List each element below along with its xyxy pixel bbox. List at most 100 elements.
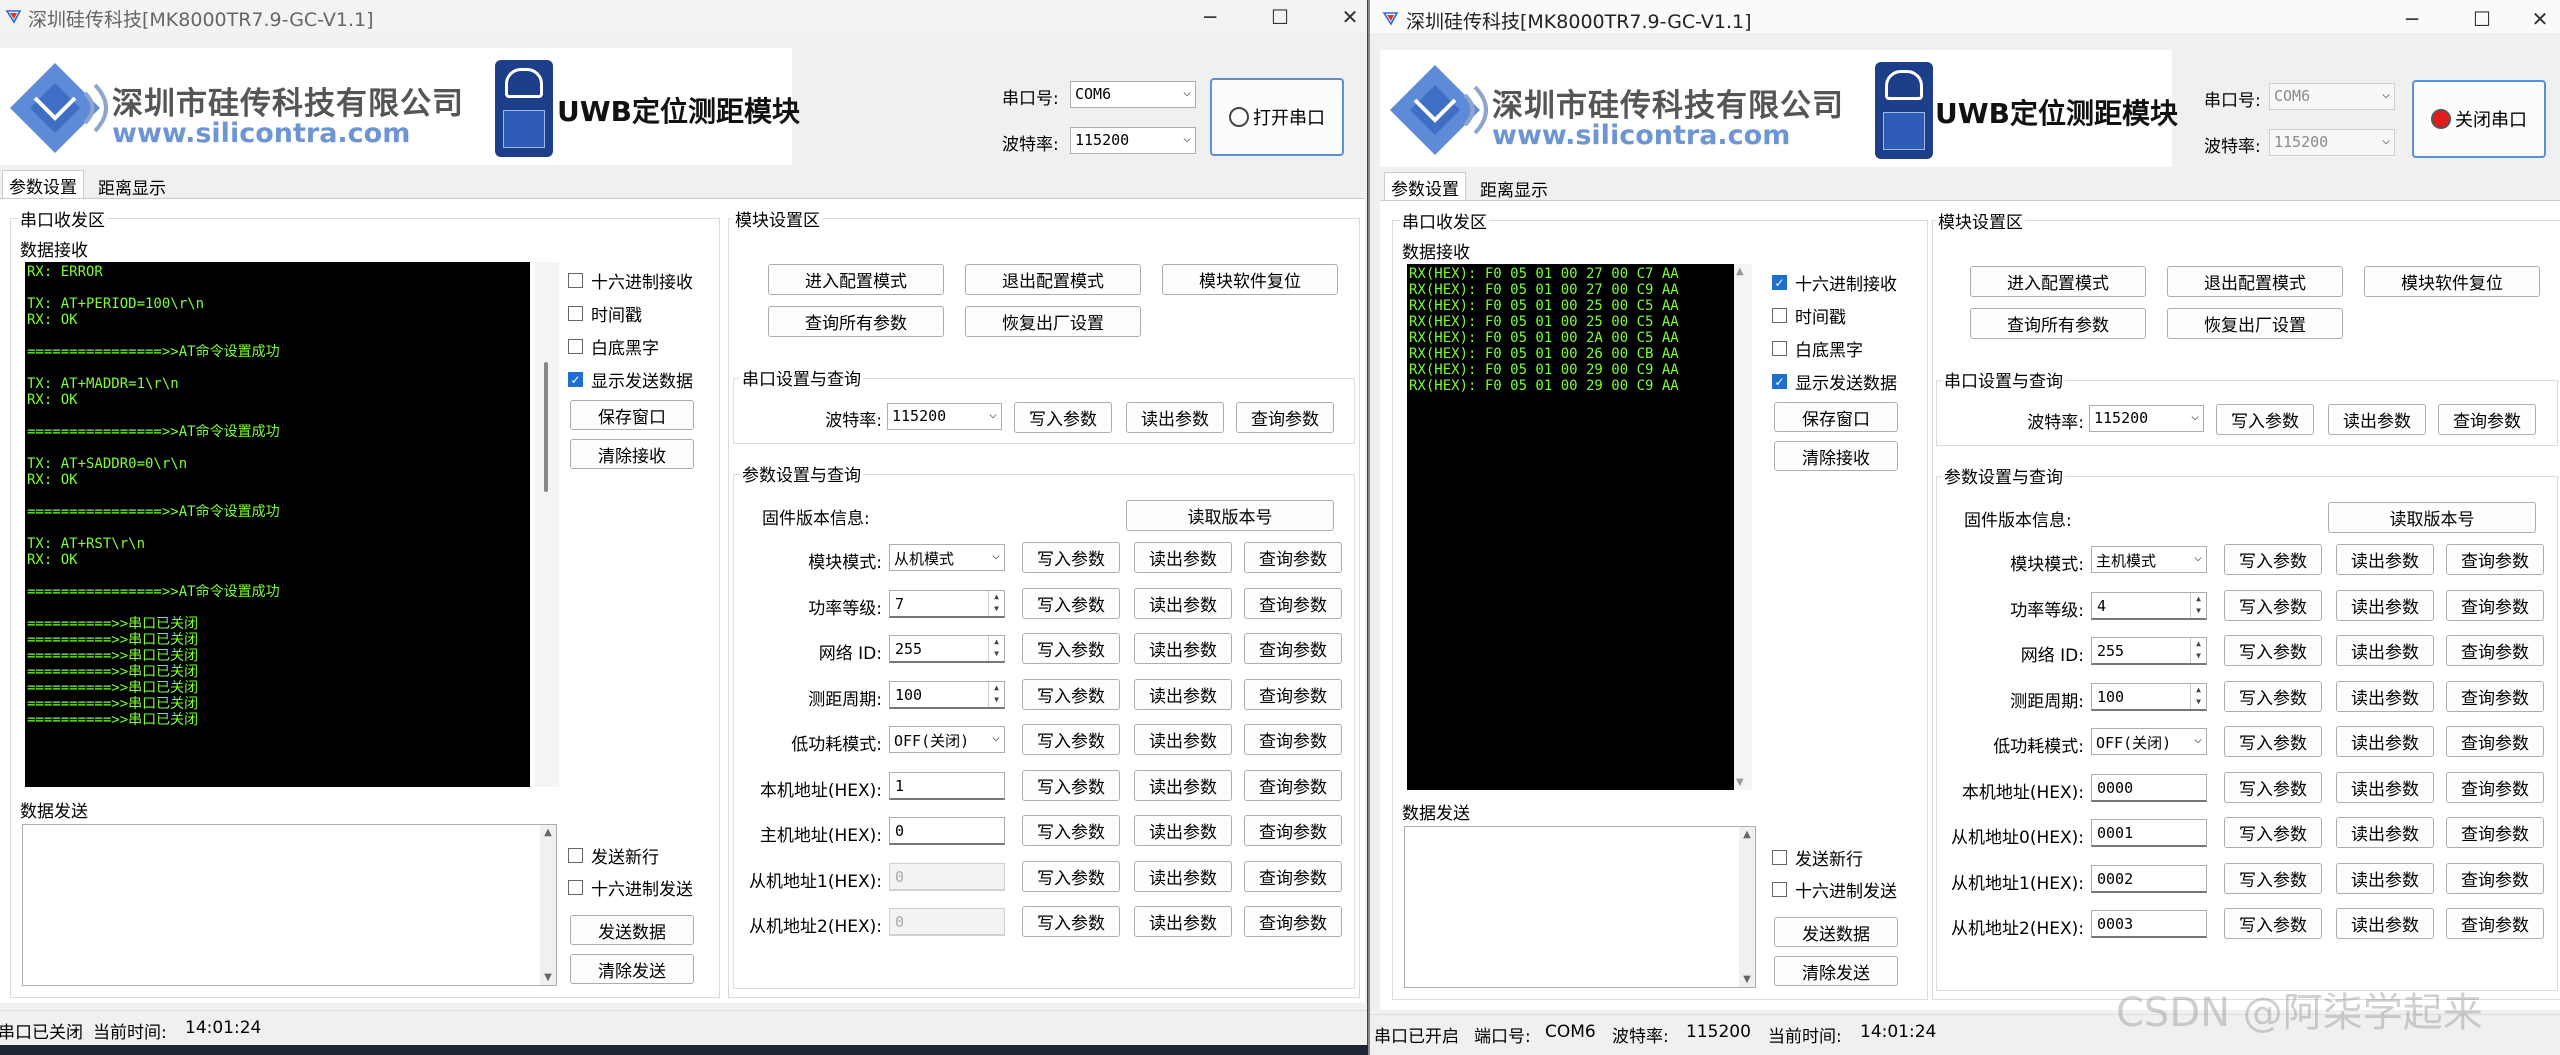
query-param-button[interactable]: 查询参数 <box>1244 769 1342 801</box>
hex-recv-checkbox[interactable]: ✓ 十六进制接收 <box>1772 270 1897 295</box>
maximize-icon[interactable]: ☐ <box>2452 2 2512 35</box>
param-select[interactable]: 从机模式 ⌵ <box>889 544 1005 571</box>
query-param-button[interactable]: 查询参数 <box>2446 726 2544 757</box>
recv-scrollbar[interactable] <box>535 262 559 787</box>
send-scrollbar[interactable]: ▲ ▼ <box>1739 827 1755 987</box>
read-param-button[interactable]: 读出参数 <box>1134 860 1232 892</box>
clear-send-button[interactable]: 清除发送 <box>570 954 694 984</box>
query-param-button[interactable]: 查询参数 <box>2446 544 2544 575</box>
enter-config-button[interactable]: 进入配置模式 <box>1970 266 2146 297</box>
write-baud-button[interactable]: 写入参数 <box>2216 404 2314 435</box>
write-param-button[interactable]: 写入参数 <box>1022 633 1120 664</box>
spinner-arrows-icon[interactable]: ▲ ▼ <box>988 636 1004 661</box>
read-param-button[interactable]: 读出参数 <box>1134 906 1232 937</box>
baud2-select[interactable]: 115200 ⌵ <box>887 403 1002 430</box>
query-param-button[interactable]: 查询参数 <box>2446 680 2544 712</box>
param-input[interactable]: 1 <box>889 771 1005 800</box>
white-bg-checkbox[interactable]: 白底黑字 <box>568 334 659 359</box>
factory-reset-button[interactable]: 恢复出厂设置 <box>965 306 1141 337</box>
param-input[interactable]: 4 ▲ ▼ <box>2091 591 2207 620</box>
timestamp-checkbox[interactable]: 时间戳 <box>568 301 642 326</box>
param-select[interactable]: 主机模式 ⌵ <box>2091 546 2207 573</box>
write-param-button[interactable]: 写入参数 <box>2224 862 2322 894</box>
query-param-button[interactable]: 查询参数 <box>2446 817 2544 848</box>
query-param-button[interactable]: 查询参数 <box>1244 724 1342 755</box>
read-param-button[interactable]: 读出参数 <box>1134 587 1232 619</box>
send-newline-checkbox[interactable]: 发送新行 <box>1772 845 1863 870</box>
param-input[interactable]: 255 ▲ ▼ <box>889 635 1005 663</box>
enter-config-button[interactable]: 进入配置模式 <box>768 264 944 295</box>
spinner-arrows-icon[interactable]: ▲ ▼ <box>2190 638 2206 663</box>
show-send-checkbox[interactable]: ✓ 显示发送数据 <box>568 367 693 392</box>
query-param-button[interactable]: 查询参数 <box>1244 678 1342 710</box>
write-param-button[interactable]: 写入参数 <box>1022 860 1120 892</box>
param-input[interactable]: 7 ▲ ▼ <box>889 589 1005 618</box>
param-input[interactable]: 0002 <box>2091 864 2207 893</box>
clear-recv-button[interactable]: 清除接收 <box>570 439 694 469</box>
read-version-button[interactable]: 读取版本号 <box>2328 502 2536 533</box>
spinner-arrows-icon[interactable]: ▲ ▼ <box>988 681 1004 707</box>
query-param-button[interactable]: 查询参数 <box>2446 908 2544 939</box>
query-param-button[interactable]: 查询参数 <box>1244 860 1342 892</box>
hex-send-checkbox[interactable]: 十六进制发送 <box>568 875 693 900</box>
read-param-button[interactable]: 读出参数 <box>2336 589 2434 621</box>
query-param-button[interactable]: 查询参数 <box>1244 906 1342 937</box>
spinner-arrows-icon[interactable]: ▲ ▼ <box>2190 683 2206 709</box>
write-param-button[interactable]: 写入参数 <box>1022 724 1120 755</box>
param-input[interactable]: 100 ▲ ▼ <box>2091 682 2207 711</box>
read-version-button[interactable]: 读取版本号 <box>1126 500 1334 531</box>
close-icon[interactable]: ✕ <box>1320 0 1367 33</box>
read-param-button[interactable]: 读出参数 <box>1134 678 1232 710</box>
write-param-button[interactable]: 写入参数 <box>2224 544 2322 575</box>
write-param-button[interactable]: 写入参数 <box>2224 817 2322 848</box>
param-input[interactable]: 0001 <box>2091 819 2207 847</box>
maximize-icon[interactable]: ☐ <box>1250 0 1310 33</box>
send-data-button[interactable]: 发送数据 <box>570 915 694 945</box>
query-baud-button[interactable]: 查询参数 <box>2438 404 2536 435</box>
query-param-button[interactable]: 查询参数 <box>2446 635 2544 666</box>
show-send-checkbox[interactable]: ✓ 显示发送数据 <box>1772 369 1897 394</box>
param-input[interactable]: 0 <box>889 862 1005 891</box>
minimize-icon[interactable]: ─ <box>2382 2 2442 35</box>
save-window-button[interactable]: 保存窗口 <box>570 400 694 430</box>
param-select[interactable]: OFF(关闭) ⌵ <box>2091 728 2207 755</box>
read-param-button[interactable]: 读出参数 <box>2336 680 2434 712</box>
port-select[interactable]: COM6 ⌵ <box>1070 81 1196 108</box>
param-input[interactable]: 255 ▲ ▼ <box>2091 637 2207 665</box>
write-param-button[interactable]: 写入参数 <box>1022 542 1120 573</box>
read-param-button[interactable]: 读出参数 <box>1134 724 1232 755</box>
clear-send-button[interactable]: 清除发送 <box>1774 956 1898 986</box>
param-input[interactable]: 0000 <box>2091 773 2207 802</box>
write-param-button[interactable]: 写入参数 <box>1022 815 1120 846</box>
query-param-button[interactable]: 查询参数 <box>2446 589 2544 621</box>
hex-recv-checkbox[interactable]: 十六进制接收 <box>568 268 693 293</box>
tab-distance[interactable]: 距离显示 <box>92 172 172 201</box>
close-icon[interactable]: ✕ <box>2510 2 2560 35</box>
param-input[interactable]: 100 ▲ ▼ <box>889 680 1005 709</box>
read-param-button[interactable]: 读出参数 <box>1134 815 1232 846</box>
port-select[interactable]: COM6 ⌵ <box>2269 83 2395 110</box>
module-reset-button[interactable]: 模块软件复位 <box>2364 266 2540 297</box>
write-baud-button[interactable]: 写入参数 <box>1014 402 1112 433</box>
baud2-select[interactable]: 115200 ⌵ <box>2089 405 2204 432</box>
send-textarea[interactable]: ▲ ▼ <box>1404 826 1756 988</box>
factory-reset-button[interactable]: 恢复出厂设置 <box>2167 308 2343 339</box>
query-all-button[interactable]: 查询所有参数 <box>1970 308 2146 339</box>
white-bg-checkbox[interactable]: 白底黑字 <box>1772 336 1863 361</box>
query-all-button[interactable]: 查询所有参数 <box>768 306 944 337</box>
query-param-button[interactable]: 查询参数 <box>1244 587 1342 619</box>
write-param-button[interactable]: 写入参数 <box>1022 769 1120 801</box>
query-param-button[interactable]: 查询参数 <box>1244 633 1342 664</box>
baud-select[interactable]: 115200 ⌵ <box>1070 127 1196 154</box>
query-param-button[interactable]: 查询参数 <box>2446 862 2544 894</box>
exit-config-button[interactable]: 退出配置模式 <box>965 264 1141 295</box>
tab-distance[interactable]: 距离显示 <box>1474 174 1554 203</box>
send-data-button[interactable]: 发送数据 <box>1774 917 1898 947</box>
minimize-icon[interactable]: ─ <box>1180 0 1240 33</box>
clear-recv-button[interactable]: 清除接收 <box>1774 441 1898 471</box>
module-reset-button[interactable]: 模块软件复位 <box>1162 264 1338 295</box>
write-param-button[interactable]: 写入参数 <box>1022 906 1120 937</box>
write-param-button[interactable]: 写入参数 <box>2224 908 2322 939</box>
read-param-button[interactable]: 读出参数 <box>1134 769 1232 801</box>
send-textarea[interactable]: ▲ ▼ <box>22 824 557 986</box>
